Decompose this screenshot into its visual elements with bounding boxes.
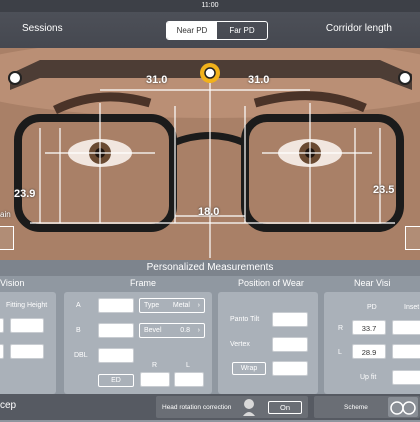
- vision-left-input-1[interactable]: [0, 318, 4, 333]
- near-pd-segment[interactable]: Near PD: [167, 22, 217, 39]
- frame-r-label: R: [152, 362, 158, 369]
- frame-a-label: A: [76, 302, 81, 309]
- frame-type-selector[interactable]: Type Metal ›: [139, 298, 205, 313]
- near-inset-label: Inset: [404, 304, 420, 311]
- vertex-label: Vertex: [230, 341, 250, 348]
- panto-tilt-label: Panto Tilt: [230, 316, 260, 323]
- far-pd-segment[interactable]: Far PD: [217, 22, 267, 39]
- left-pd-measurement: 31.0: [146, 74, 168, 86]
- vision-section-heading: Vision: [0, 278, 25, 288]
- ed-left-input[interactable]: [174, 372, 204, 387]
- glasses-icon: [390, 401, 416, 415]
- panel-title: Personalized Measurements: [0, 260, 420, 276]
- frame-bevel-selector[interactable]: Bevel 0.8 ›: [139, 323, 205, 338]
- position-of-wear-card: Panto Tilt Vertex Wrap: [218, 292, 318, 394]
- status-bar: 11:00: [0, 0, 420, 12]
- left-edge-text: ain: [0, 210, 11, 219]
- left-edge-button[interactable]: [0, 226, 14, 250]
- bottom-bar: cep Head rotation correction On Scheme: [0, 394, 420, 420]
- right-edge-button[interactable]: [405, 226, 420, 250]
- scheme-label: Scheme: [344, 404, 368, 411]
- frame-type-label: Type: [144, 302, 160, 309]
- measurement-photo: 31.0 31.0 23.9 23.5 18.0 ain: [0, 48, 420, 260]
- scheme-panel: Scheme: [314, 396, 420, 418]
- frame-a-input[interactable]: [98, 298, 134, 313]
- status-time: 11:00: [201, 2, 219, 9]
- panto-tilt-input[interactable]: [272, 312, 308, 327]
- chevron-right-icon: ›: [197, 327, 200, 334]
- frame-section-heading: Frame: [130, 278, 157, 288]
- pd-mode-segmented-control: Near PD Far PD: [166, 21, 268, 40]
- up-fit-input[interactable]: [392, 370, 420, 385]
- frame-l-label: L: [186, 362, 190, 369]
- near-inset-right-input[interactable]: [392, 320, 420, 335]
- head-icon: [243, 399, 255, 416]
- frame-b-input[interactable]: [98, 323, 134, 338]
- frame-b-label: B: [76, 327, 81, 334]
- vertex-input[interactable]: [272, 337, 308, 352]
- right-pd-measurement: 31.0: [248, 74, 270, 86]
- ed-right-input[interactable]: [140, 372, 170, 387]
- up-fit-label: Up fit: [360, 374, 377, 381]
- clip-left-marker-icon: [8, 71, 22, 85]
- chevron-right-icon: ›: [197, 302, 200, 309]
- position-section-heading: Position of Wear: [238, 278, 304, 288]
- wrap-input[interactable]: [272, 361, 308, 376]
- vision-card: Fitting Height: [0, 292, 56, 394]
- sessions-button[interactable]: Sessions: [22, 23, 63, 34]
- fitting-height-label: Fitting Height: [6, 302, 48, 309]
- frame-bevel-label: Bevel: [144, 327, 162, 334]
- wrap-button[interactable]: Wrap: [232, 362, 266, 375]
- near-vision-card: PD Inset R 33.7 L 28.9 Up fit: [324, 292, 420, 394]
- frame-dbl-label: DBL: [74, 352, 88, 359]
- frame-dbl-input[interactable]: [98, 348, 134, 363]
- fitting-height-input[interactable]: [10, 318, 44, 333]
- right-height-measurement: 23.5: [373, 184, 395, 196]
- photo-overlay: [0, 48, 420, 260]
- frame-card: A B DBL Type Metal › Bevel 0.8 › R L ED: [64, 292, 212, 394]
- frame-type-value: Metal: [172, 302, 190, 309]
- near-l-label: L: [338, 349, 342, 356]
- vision-left-input-2[interactable]: [0, 344, 4, 359]
- near-inset-left-input[interactable]: [392, 344, 420, 359]
- clip-right-marker-icon: [398, 71, 412, 85]
- head-rotation-toggle[interactable]: On: [268, 401, 302, 414]
- ed-button[interactable]: ED: [98, 374, 134, 387]
- head-rotation-label: Head rotation correction: [162, 404, 232, 411]
- top-navigation-bar: Sessions Near PD Far PD Corridor length: [0, 12, 420, 48]
- near-vision-section-heading: Near Visi: [354, 278, 391, 288]
- corridor-length-button[interactable]: Corridor length: [326, 23, 392, 34]
- head-rotation-panel: Head rotation correction On: [156, 396, 308, 418]
- fitting-height-input-2[interactable]: [10, 344, 44, 359]
- frame-bevel-value: 0.8: [180, 327, 190, 334]
- near-pd-label: PD: [367, 304, 377, 311]
- near-r-label: R: [338, 325, 344, 332]
- brand-logo: cep: [0, 400, 17, 411]
- near-pd-right-input[interactable]: 33.7: [352, 320, 386, 335]
- left-height-measurement: 23.9: [14, 188, 36, 200]
- near-pd-left-input[interactable]: 28.9: [352, 344, 386, 359]
- bridge-measurement: 18.0: [198, 206, 220, 218]
- scheme-button[interactable]: [388, 397, 418, 417]
